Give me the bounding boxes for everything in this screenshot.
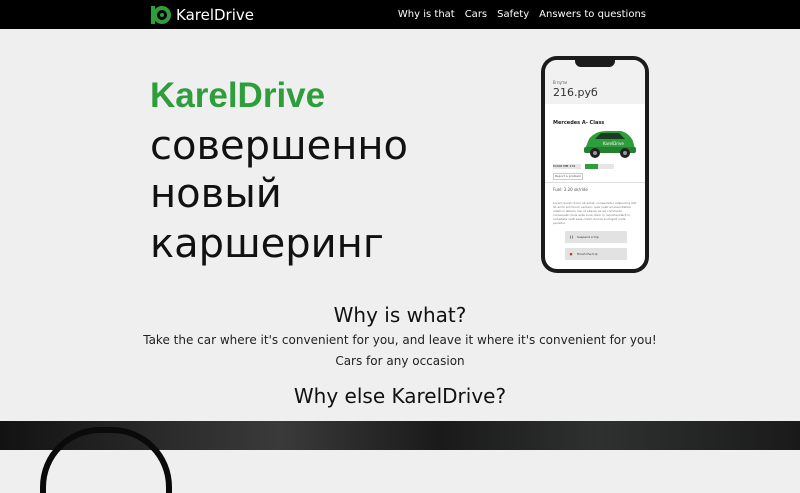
phone-lorem: Lorem ipsum dolor sit amet, consectetur …: [553, 201, 637, 225]
stop-icon: ■: [569, 252, 573, 256]
suspend-trip-label: Suspend a trip: [577, 235, 599, 239]
hero-line-2: новый: [150, 171, 282, 217]
wheel-d-icon: [151, 6, 171, 24]
phone-fuel-text: Fuel: 3.20 ok/ride: [553, 187, 588, 192]
phone-fuel-bar: [585, 164, 598, 169]
phone-car-title: Mercedes A- Class: [553, 120, 605, 126]
suspend-trip-button[interactable]: ❙❙ Suspend a trip: [565, 231, 627, 243]
logo[interactable]: KarelDrive: [150, 4, 254, 26]
logo-text: KarelDrive: [176, 6, 254, 24]
phone-plate: М 000 ММ 174: [553, 164, 581, 169]
nav-link-cars[interactable]: Cars: [465, 9, 487, 20]
report-problem-button[interactable]: Report a problem: [553, 173, 583, 180]
phone-notch: [575, 60, 615, 67]
car-image: KarelDrive: [584, 131, 636, 158]
section-text-2: Cars for any occasion: [335, 354, 465, 368]
phone-price: 216.руб: [553, 86, 598, 99]
section-text-1: Take the car where it's convenient for y…: [143, 333, 657, 347]
pause-icon: ❙❙: [569, 235, 575, 239]
car-brand-text: KarelDrive: [603, 141, 624, 146]
phone-divider: [545, 182, 645, 183]
hero-line-1: совершенно: [150, 123, 409, 169]
phone-mockup: В пути 216.руб Mercedes A- Class KarelDr…: [541, 56, 649, 273]
finish-trip-label: Finish the trip: [577, 252, 598, 256]
phone-fuel-bar-empty: [598, 164, 614, 169]
hero-brand: KarelDrive: [150, 76, 326, 115]
steering-wheel-shape: [40, 427, 172, 493]
nav-link-why[interactable]: Why is that: [398, 9, 455, 20]
section-title: Why is what?: [333, 303, 467, 327]
phone-on-the-way: В пути: [553, 80, 567, 85]
section-title-2: Why else KarelDrive?: [293, 384, 507, 408]
nav-link-faq[interactable]: Answers to questions: [539, 9, 646, 20]
finish-trip-button[interactable]: ■ Finish the trip: [565, 248, 627, 260]
phone-screen: В пути 216.руб Mercedes A- Class KarelDr…: [545, 60, 645, 269]
main-nav: Why is that Cars Safety Answers to quest…: [398, 0, 646, 29]
footer-background-image: [0, 421, 800, 493]
navbar: KarelDrive Why is that Cars Safety Answe…: [0, 0, 800, 29]
hero-line-3: каршеринг: [150, 221, 384, 267]
nav-link-safety[interactable]: Safety: [497, 9, 529, 20]
